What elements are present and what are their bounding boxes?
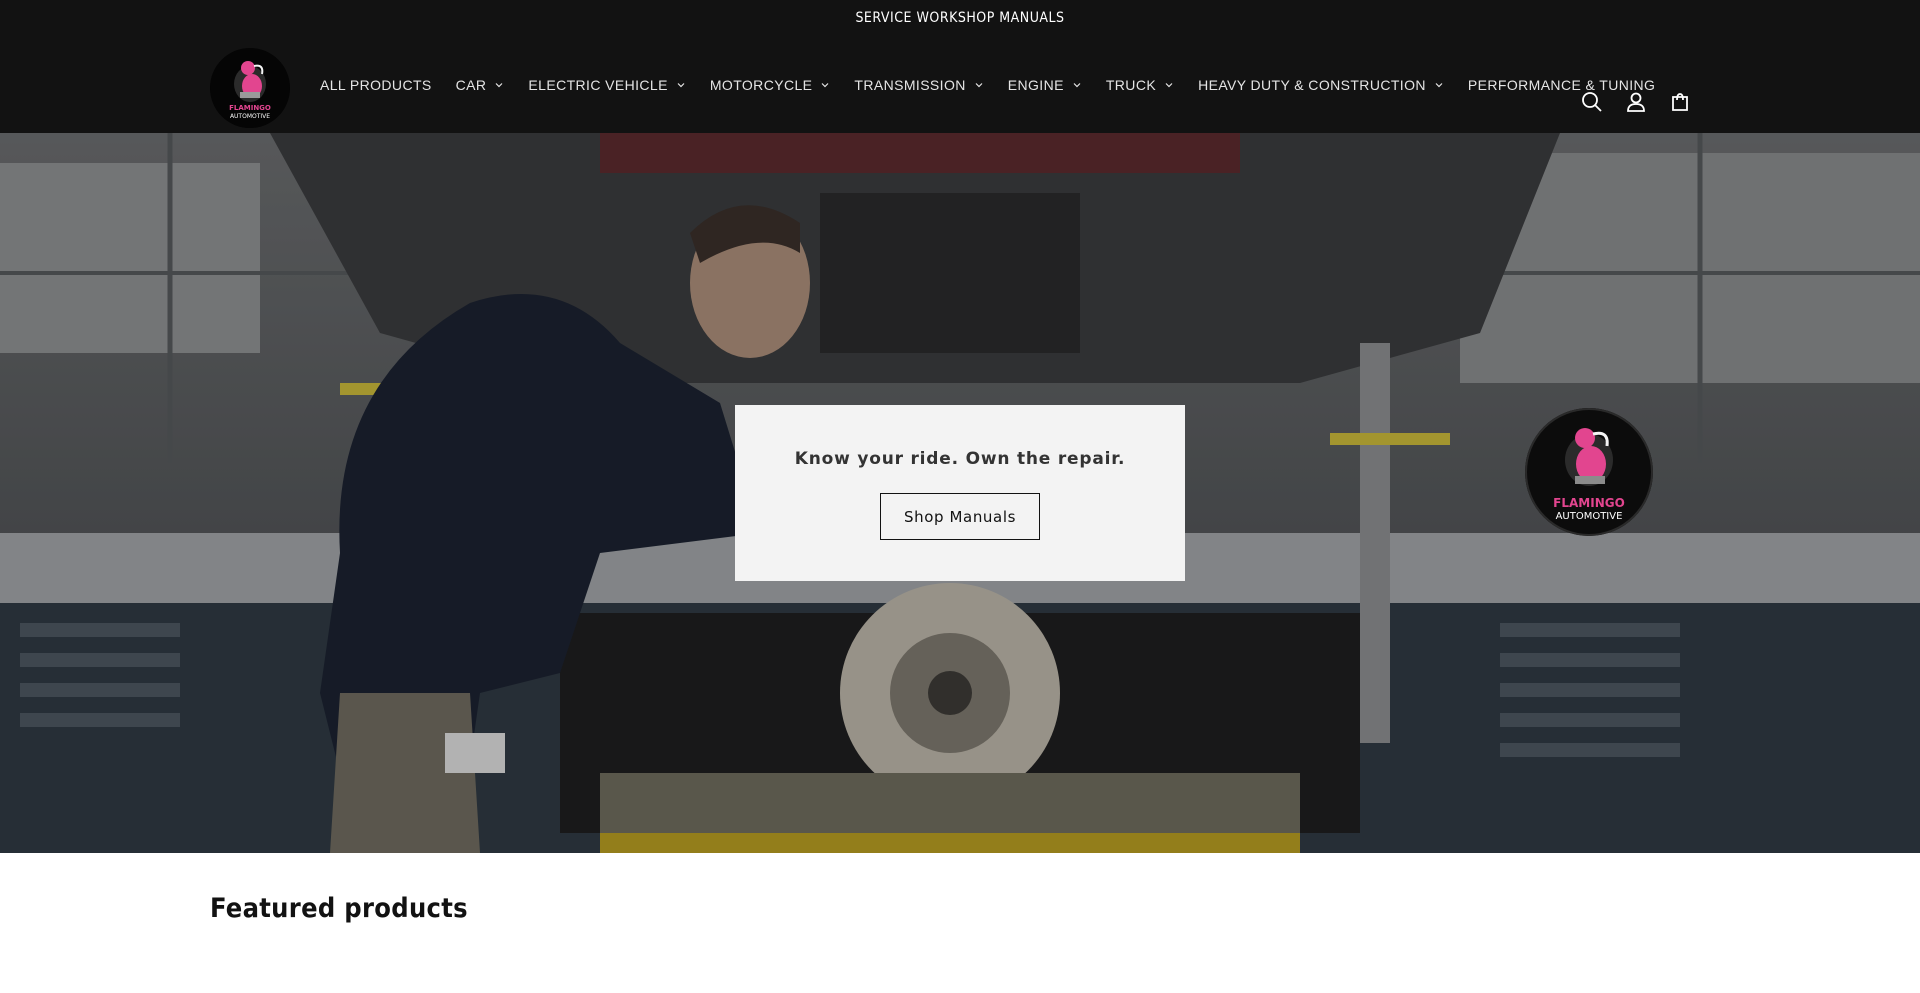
nav-item-motorcycle[interactable]: MOTORCYCLE: [710, 77, 831, 93]
chevron-down-icon: [821, 83, 829, 88]
nav-item-truck[interactable]: TRUCK: [1106, 77, 1174, 93]
site-logo[interactable]: FLAMINGO AUTOMOTIVE: [210, 48, 290, 128]
nav-item-label: ENGINE: [1007, 77, 1064, 93]
hero-brand-badge: FLAMINGO AUTOMOTIVE: [1525, 408, 1653, 536]
chevron-down-icon: [1165, 83, 1173, 88]
nav-item-label: TRANSMISSION: [854, 77, 966, 93]
account-icon[interactable]: [1624, 90, 1648, 114]
nav-item-transmission[interactable]: TRANSMISSION: [854, 77, 983, 93]
nav-item-label: ALL PRODUCTS: [320, 77, 432, 93]
nav-item-label: CAR: [455, 77, 487, 93]
announcement-bar: SERVICE WORKSHOP MANUALS: [0, 0, 1920, 36]
hero-heading: Know your ride. Own the repair.: [794, 449, 1126, 469]
hero-content-box: Know your ride. Own the repair. Shop Man…: [735, 405, 1185, 581]
flamingo-logo-icon: FLAMINGO AUTOMOTIVE: [210, 48, 290, 128]
nav-item-label: HEAVY DUTY & CONSTRUCTION: [1198, 77, 1426, 93]
nav-item-label: MOTORCYCLE: [709, 77, 813, 93]
chevron-down-icon: [1073, 83, 1081, 88]
cart-icon[interactable]: [1668, 90, 1692, 114]
chevron-down-icon: [677, 83, 685, 88]
nav-item-car[interactable]: CAR: [456, 77, 505, 93]
announcement-text: SERVICE WORKSHOP MANUALS: [855, 10, 1065, 26]
nav-item-all-products[interactable]: ALL PRODUCTS: [320, 77, 432, 93]
hero-badge-subtitle: AUTOMOTIVE: [1555, 511, 1623, 522]
nav-item-engine[interactable]: ENGINE: [1008, 77, 1082, 93]
svg-text:AUTOMOTIVE: AUTOMOTIVE: [230, 113, 270, 120]
header-actions: [1580, 90, 1692, 114]
search-icon[interactable]: [1580, 90, 1604, 114]
nav-item-heavy-duty-construction[interactable]: HEAVY DUTY & CONSTRUCTION: [1198, 77, 1444, 93]
hero-banner: FLAMINGO AUTOMOTIVE Know your ride. Own …: [0, 133, 1920, 853]
svg-text:FLAMINGO: FLAMINGO: [229, 104, 271, 112]
chevron-down-icon: [495, 83, 503, 88]
nav-item-label: TRUCK: [1105, 77, 1157, 93]
nav-item-label: ELECTRIC VEHICLE: [528, 77, 668, 93]
hero-badge-brand: FLAMINGO: [1553, 496, 1625, 510]
chevron-down-icon: [1435, 83, 1443, 88]
site-header: FLAMINGO AUTOMOTIVE ALL PRODUCTS CAR ELE…: [0, 36, 1920, 133]
shop-manuals-button[interactable]: Shop Manuals: [880, 493, 1040, 540]
chevron-down-icon: [975, 83, 983, 88]
main-nav: ALL PRODUCTS CAR ELECTRIC VEHICLE MOTORC…: [320, 73, 1679, 97]
nav-item-electric-vehicle[interactable]: ELECTRIC VEHICLE: [528, 77, 685, 93]
featured-products-title: Featured products: [210, 893, 468, 924]
